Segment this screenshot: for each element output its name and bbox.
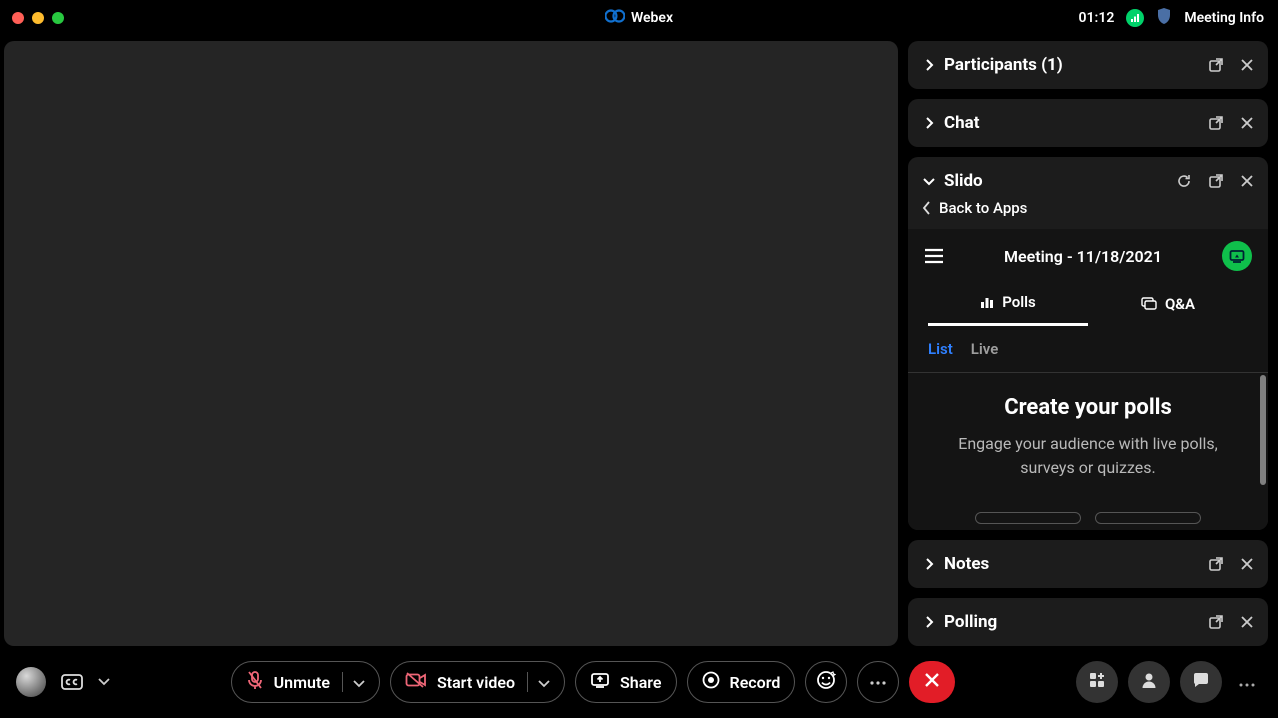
participants-panel: Participants (1): [908, 41, 1268, 89]
close-icon[interactable]: [1240, 58, 1254, 72]
more-panels-button[interactable]: [1232, 673, 1262, 692]
app-title: Webex: [605, 9, 673, 27]
polling-panel: Polling: [908, 598, 1268, 646]
poll-template-button[interactable]: [1095, 512, 1201, 524]
popout-icon[interactable]: [1208, 173, 1224, 189]
present-icon[interactable]: [1222, 241, 1252, 271]
app-name: Webex: [631, 10, 673, 26]
notes-panel: Notes: [908, 540, 1268, 588]
share-label: Share: [620, 673, 662, 692]
toolbar-left: [16, 667, 110, 697]
toolbar-center: Unmute Start video Share Record: [120, 661, 1066, 703]
close-icon[interactable]: [1240, 174, 1254, 188]
share-screen-icon: [590, 671, 610, 693]
toolbar-right: [1076, 661, 1262, 703]
slido-title: Slido: [944, 171, 1176, 191]
window-close-button[interactable]: [12, 12, 24, 24]
end-call-button[interactable]: [909, 661, 955, 703]
start-video-button[interactable]: Start video: [390, 661, 565, 703]
tab-qa[interactable]: Q&A: [1088, 283, 1248, 326]
record-button[interactable]: Record: [687, 661, 796, 703]
qa-icon: [1141, 297, 1157, 311]
popout-icon[interactable]: [1208, 614, 1224, 630]
popout-icon[interactable]: [1208, 115, 1224, 131]
refresh-icon[interactable]: [1176, 173, 1192, 189]
chevron-down-icon[interactable]: [98, 678, 110, 686]
notes-title: Notes: [944, 554, 1208, 574]
chat-bubble-icon: [1192, 671, 1210, 693]
meeting-timer: 01:12: [1079, 10, 1115, 26]
back-to-apps-button[interactable]: Back to Apps: [908, 199, 1268, 229]
captions-icon[interactable]: [60, 672, 84, 692]
side-panel-stack: Participants (1) Chat Slid: [908, 41, 1268, 646]
chevron-down-icon[interactable]: [922, 174, 936, 188]
apps-grid-icon: [1088, 671, 1106, 693]
tab-polls-label: Polls: [1002, 293, 1036, 311]
record-label: Record: [730, 673, 781, 692]
avatar[interactable]: [16, 667, 46, 697]
chevron-down-icon[interactable]: [353, 673, 365, 692]
apps-button[interactable]: [1076, 661, 1118, 703]
webex-logo-icon: [605, 9, 625, 27]
subtab-live[interactable]: Live: [971, 340, 999, 358]
share-button[interactable]: Share: [575, 661, 677, 703]
slido-tabs: Polls Q&A: [908, 283, 1268, 326]
hamburger-menu-icon[interactable]: [924, 248, 944, 264]
unmute-button[interactable]: Unmute: [231, 661, 380, 703]
smile-icon: [816, 670, 836, 694]
record-icon: [702, 671, 720, 693]
window-minimize-button[interactable]: [32, 12, 44, 24]
mic-muted-icon: [246, 670, 264, 694]
chevron-right-icon[interactable]: [922, 116, 936, 130]
chevron-down-icon[interactable]: [538, 673, 550, 692]
tab-polls[interactable]: Polls: [928, 283, 1088, 326]
meeting-info-button[interactable]: Meeting Info: [1184, 10, 1264, 26]
close-icon[interactable]: [1240, 615, 1254, 629]
more-options-button[interactable]: [857, 661, 899, 703]
network-status-icon[interactable]: [1126, 9, 1144, 27]
slido-meeting-title: Meeting - 11/18/2021: [954, 247, 1212, 266]
reactions-button[interactable]: [805, 661, 847, 703]
chevron-right-icon[interactable]: [922, 557, 936, 571]
popout-icon[interactable]: [1208, 57, 1224, 73]
video-off-icon: [405, 672, 427, 692]
participants-button[interactable]: [1128, 661, 1170, 703]
close-icon[interactable]: [1240, 557, 1254, 571]
bar-chart-icon: [980, 295, 994, 309]
polls-subtext: Engage your audience with live polls, su…: [944, 432, 1232, 480]
participants-title: Participants (1): [944, 55, 1208, 75]
ellipsis-icon: [869, 675, 887, 690]
person-icon: [1140, 671, 1158, 693]
poll-template-buttons: [908, 502, 1268, 524]
polling-title: Polling: [944, 612, 1208, 632]
poll-template-button[interactable]: [975, 512, 1081, 524]
video-area: [4, 41, 898, 646]
shield-icon[interactable]: [1156, 7, 1172, 29]
titlebar: Webex 01:12 Meeting Info: [0, 0, 1278, 36]
ellipsis-icon: [1238, 673, 1256, 692]
chat-title: Chat: [944, 113, 1208, 133]
popout-icon[interactable]: [1208, 556, 1224, 572]
polls-empty-state: Create your polls Engage your audience w…: [908, 373, 1268, 502]
tab-qa-label: Q&A: [1165, 295, 1195, 313]
subtab-list[interactable]: List: [928, 340, 953, 358]
back-to-apps-label: Back to Apps: [939, 199, 1027, 217]
unmute-label: Unmute: [274, 673, 330, 692]
window-controls: [0, 12, 64, 24]
scrollbar-thumb[interactable]: [1260, 375, 1266, 485]
titlebar-right: 01:12 Meeting Info: [1079, 7, 1278, 29]
slido-panel: Slido Back to Apps Meeting - 11/18/2021: [908, 157, 1268, 530]
chat-panel: Chat: [908, 99, 1268, 147]
chevron-right-icon[interactable]: [922, 615, 936, 629]
chat-button[interactable]: [1180, 661, 1222, 703]
main-content: Participants (1) Chat Slid: [0, 36, 1278, 646]
chevron-right-icon[interactable]: [922, 58, 936, 72]
polls-heading: Create your polls: [944, 395, 1232, 420]
slido-subtabs: List Live: [908, 326, 1268, 372]
window-maximize-button[interactable]: [52, 12, 64, 24]
close-icon: [924, 672, 940, 692]
close-icon[interactable]: [1240, 116, 1254, 130]
meeting-toolbar: Unmute Start video Share Record: [0, 646, 1278, 718]
start-video-label: Start video: [437, 673, 515, 692]
